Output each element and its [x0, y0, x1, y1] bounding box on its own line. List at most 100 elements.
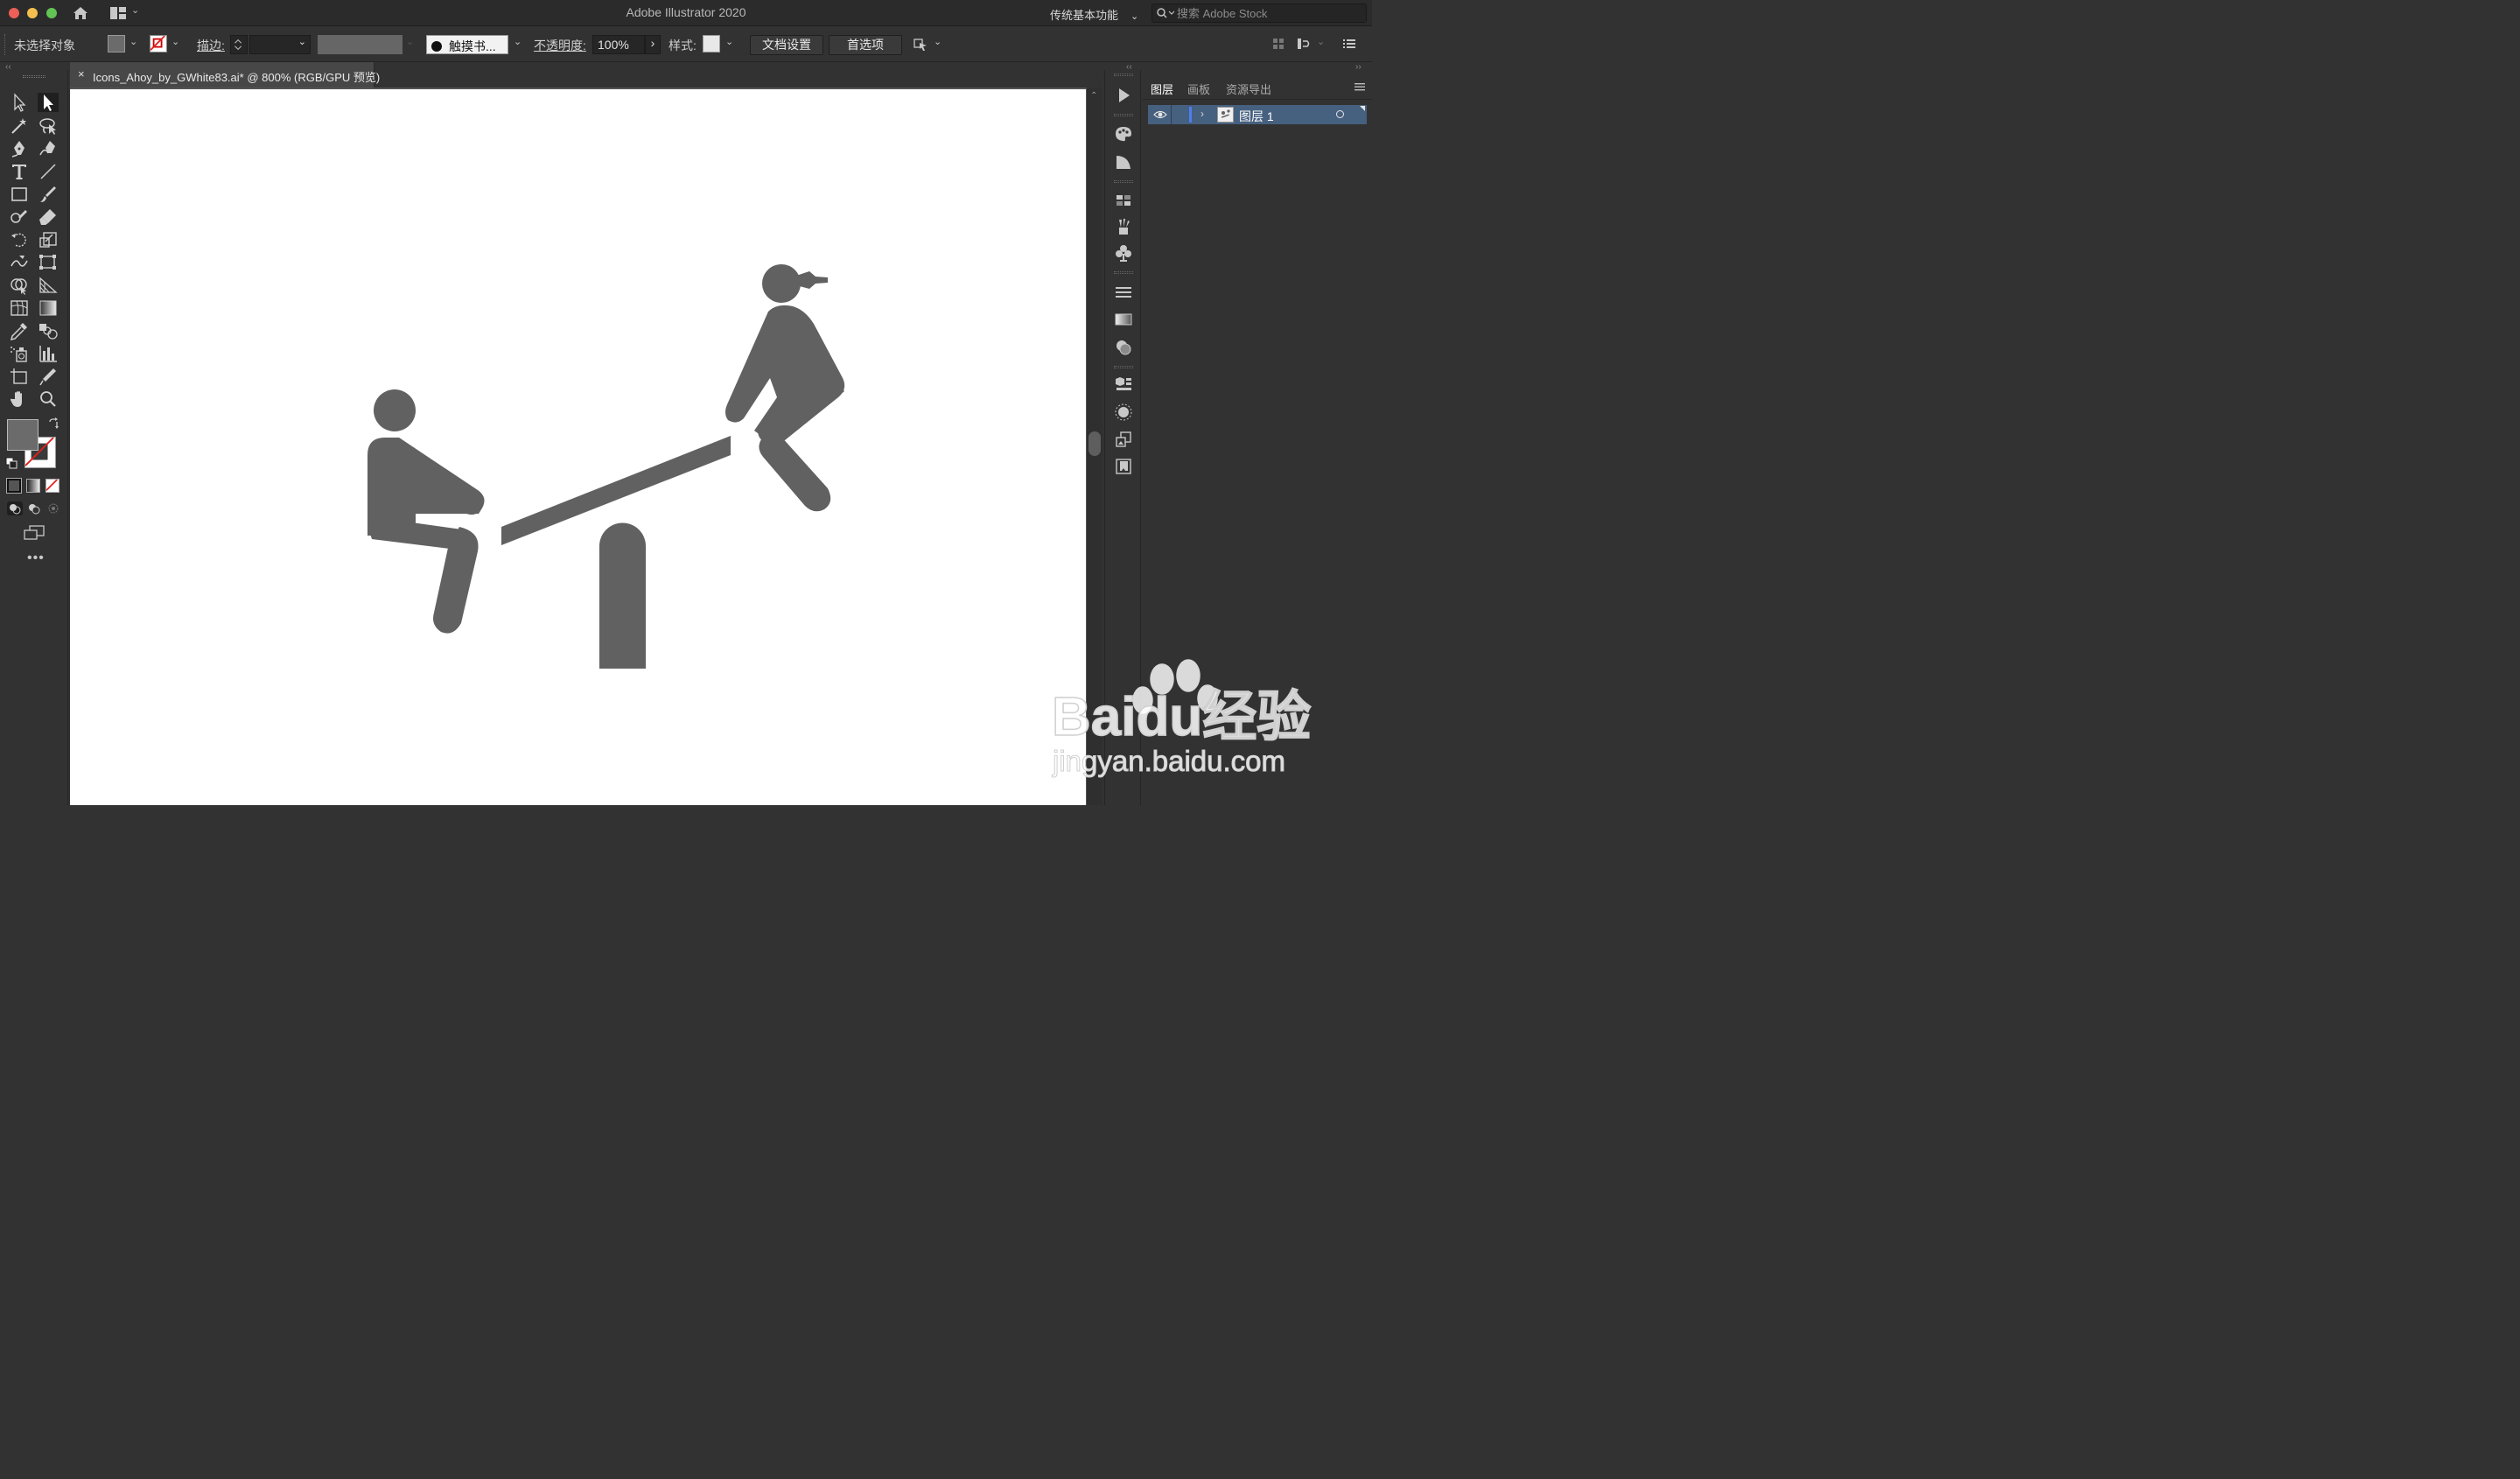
- seesaw-artwork[interactable]: [70, 89, 1086, 805]
- none-mode-icon[interactable]: [46, 479, 60, 493]
- opacity-label[interactable]: 不透明度:: [534, 37, 586, 54]
- layer-name[interactable]: 图层 1: [1239, 108, 1274, 125]
- pen-tool-icon[interactable]: [9, 139, 30, 158]
- lasso-tool-icon[interactable]: [38, 116, 59, 136]
- chevron-down-icon[interactable]: ⌄: [172, 36, 179, 47]
- panel-grip[interactable]: [4, 34, 6, 55]
- arrange-documents-icon[interactable]: [109, 6, 127, 20]
- gradient-mode-icon[interactable]: [26, 479, 40, 493]
- variable-width-profile[interactable]: [318, 35, 402, 54]
- brush-definition-dropdown[interactable]: 触摸书...: [426, 35, 508, 54]
- chevron-down-icon[interactable]: ⌄: [514, 36, 522, 47]
- appearance-icon[interactable]: [1114, 375, 1133, 394]
- line-segment-tool-icon[interactable]: [38, 162, 59, 181]
- draw-normal-icon[interactable]: [7, 501, 23, 515]
- workspace-switcher[interactable]: 传统基本功能 ⌄: [1050, 6, 1138, 23]
- rectangle-tool-icon[interactable]: [9, 185, 30, 204]
- vertical-scrollbar[interactable]: ⌃: [1087, 88, 1102, 805]
- hand-tool-icon[interactable]: [9, 389, 30, 409]
- panel-grip[interactable]: [1114, 74, 1133, 76]
- fill-swatch[interactable]: [108, 35, 125, 53]
- default-fill-stroke-icon[interactable]: [5, 457, 18, 469]
- stroke-weight-stepper[interactable]: [230, 35, 248, 54]
- shape-builder-tool-icon[interactable]: [9, 276, 30, 295]
- brushes-icon[interactable]: [1114, 217, 1133, 236]
- curvature-tool-icon[interactable]: [38, 139, 59, 158]
- graphic-style-swatch[interactable]: [703, 35, 720, 53]
- align-grid-icon[interactable]: [1272, 38, 1284, 50]
- symbol-sprayer-tool-icon[interactable]: [9, 344, 30, 363]
- chevron-right-icon[interactable]: ›: [1200, 108, 1204, 120]
- screen-mode-icon[interactable]: [23, 525, 46, 541]
- seesaw-pictogram[interactable]: [368, 264, 845, 669]
- warp-tool-icon[interactable]: [9, 253, 30, 272]
- panel-grip[interactable]: [1114, 271, 1133, 274]
- shaper-tool-icon[interactable]: [9, 207, 30, 227]
- direct-selection-tool-icon[interactable]: [38, 93, 59, 112]
- preferences-button[interactable]: 首选项: [829, 35, 902, 55]
- panel-grip[interactable]: [1114, 114, 1133, 116]
- panel-grip[interactable]: [23, 75, 46, 78]
- tab-layers[interactable]: 图层: [1151, 81, 1173, 97]
- artboard[interactable]: [70, 89, 1086, 805]
- more-tools-icon[interactable]: •••: [27, 551, 44, 565]
- document-setup-button[interactable]: 文档设置: [750, 35, 823, 55]
- close-tab-icon[interactable]: ×: [78, 67, 85, 81]
- layer-target-icon[interactable]: [1336, 110, 1344, 118]
- scrollbar-thumb[interactable]: [1088, 431, 1101, 456]
- document-tab[interactable]: × Icons_Ahoy_by_GWhite83.ai* @ 800% (RGB…: [70, 62, 380, 88]
- chevron-down-icon[interactable]: ⌄: [1317, 36, 1325, 47]
- home-icon[interactable]: [72, 4, 89, 22]
- window-close-button[interactable]: [9, 8, 19, 18]
- draw-behind-icon[interactable]: [27, 501, 41, 515]
- window-zoom-button[interactable]: [46, 8, 57, 18]
- blend-tool-icon[interactable]: [38, 321, 59, 340]
- scale-tool-icon[interactable]: [38, 230, 59, 249]
- draw-inside-icon[interactable]: [46, 501, 60, 515]
- type-tool-icon[interactable]: [9, 162, 30, 181]
- opacity-expand-button[interactable]: ›: [645, 35, 661, 54]
- panel-menu-icon[interactable]: [1354, 81, 1365, 91]
- paintbrush-tool-icon[interactable]: [38, 185, 59, 204]
- free-transform-tool-icon[interactable]: [38, 253, 59, 272]
- window-minimize-button[interactable]: [27, 8, 38, 18]
- adobe-stock-search[interactable]: [1152, 4, 1367, 23]
- transparency-icon[interactable]: [1114, 338, 1133, 357]
- chevron-down-icon[interactable]: ⌄: [934, 36, 942, 47]
- color-guide-icon[interactable]: [1114, 152, 1133, 172]
- tab-artboards[interactable]: 画板: [1187, 81, 1210, 97]
- magic-wand-tool-icon[interactable]: [9, 116, 30, 136]
- tab-asset-export[interactable]: 资源导出: [1226, 81, 1271, 97]
- stroke-weight-input[interactable]: ⌄: [249, 35, 311, 54]
- gradient-panel-icon[interactable]: [1114, 310, 1133, 329]
- color-palette-icon[interactable]: [1114, 124, 1133, 144]
- graphic-styles-icon[interactable]: [1114, 403, 1133, 422]
- eyedropper-tool-icon[interactable]: [9, 321, 30, 341]
- panel-grip[interactable]: [1114, 366, 1133, 368]
- mesh-tool-icon[interactable]: [9, 298, 30, 318]
- opacity-input[interactable]: 100%: [592, 35, 645, 54]
- artboard-tool-icon[interactable]: [9, 367, 30, 386]
- image-trace-icon[interactable]: [1114, 430, 1133, 449]
- stroke-panel-icon[interactable]: [1114, 283, 1133, 302]
- swap-fill-stroke-icon[interactable]: [47, 417, 60, 430]
- column-graph-tool-icon[interactable]: [38, 344, 59, 363]
- stroke-swatch-none[interactable]: [150, 35, 167, 53]
- swatches-icon[interactable]: [1114, 191, 1133, 210]
- chevron-down-icon[interactable]: ⌄: [725, 36, 733, 47]
- transform-icon[interactable]: [1297, 38, 1311, 50]
- chevron-down-icon[interactable]: ⌄: [131, 4, 139, 16]
- color-mode-icon[interactable]: [6, 478, 22, 494]
- slice-tool-icon[interactable]: [38, 367, 59, 386]
- scroll-up-icon[interactable]: ⌃: [1090, 91, 1097, 101]
- panel-grip[interactable]: [1114, 180, 1133, 183]
- select-similar-icon[interactable]: [913, 37, 928, 53]
- eraser-tool-icon[interactable]: [38, 207, 59, 227]
- symbols-icon[interactable]: [1114, 243, 1133, 263]
- perspective-grid-tool-icon[interactable]: [38, 276, 59, 295]
- zoom-tool-icon[interactable]: [38, 389, 59, 409]
- canvas-area[interactable]: ⌃: [70, 88, 1102, 805]
- lock-column[interactable]: [1171, 105, 1172, 124]
- layer-row[interactable]: › 图层 1: [1148, 105, 1367, 124]
- control-bar-menu-icon[interactable]: [1343, 39, 1355, 49]
